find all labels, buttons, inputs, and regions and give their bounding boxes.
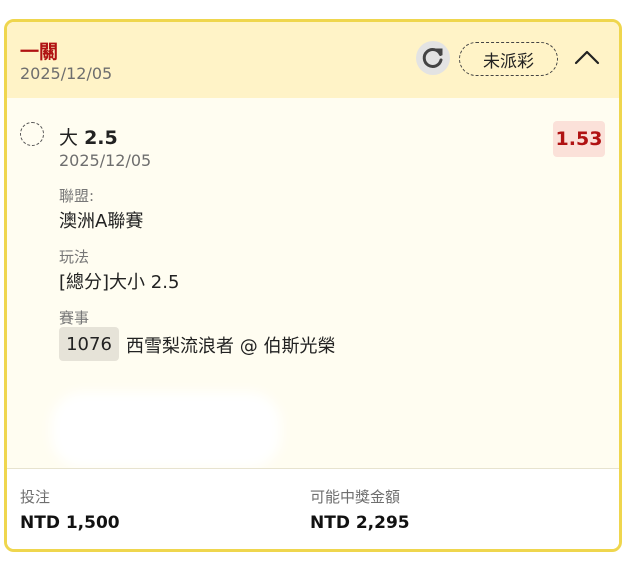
settlement-status-badge: 未派彩 <box>459 42 558 76</box>
payout-label: 可能中獎金額 <box>310 488 401 506</box>
league-value: 澳洲A聯賽 <box>59 211 144 232</box>
market-label: 玩法 <box>59 248 90 266</box>
selection-line: 2.5 <box>84 127 118 149</box>
refresh-icon <box>422 47 443 68</box>
payout-value: NTD 2,295 <box>310 513 410 533</box>
bet-slip-header[interactable]: 一關 2025/12/05 未派彩 <box>7 22 619 98</box>
league-label: 聯盟: <box>59 187 95 205</box>
selection-radio[interactable] <box>20 122 44 146</box>
odds-badge: 1.53 <box>553 121 605 157</box>
event-id-badge: 1076 <box>59 327 119 361</box>
bet-type-title: 一關 <box>20 41 59 63</box>
stake-value: NTD 1,500 <box>20 513 120 533</box>
redacted-area <box>61 402 271 458</box>
bet-header-date: 2025/12/05 <box>20 64 113 83</box>
event-name: 西雪梨流浪者 @ 伯斯光榮 <box>126 336 336 357</box>
bet-slip-card: 一關 2025/12/05 未派彩 大 2.5 1.53 2025/12/05 … <box>4 19 622 552</box>
selection-date: 2025/12/05 <box>59 151 152 170</box>
bet-summary-footer: 投注 NTD 1,500 可能中獎金額 NTD 2,295 <box>7 468 619 549</box>
chevron-up-icon[interactable] <box>573 46 601 68</box>
market-value: [總分]大小 2.5 <box>59 272 180 293</box>
selection-pick: 大 2.5 <box>59 123 118 150</box>
selection-side: 大 <box>59 127 79 149</box>
event-label: 賽事 <box>59 309 90 327</box>
refresh-button[interactable] <box>416 41 450 75</box>
stake-label: 投注 <box>20 488 51 506</box>
